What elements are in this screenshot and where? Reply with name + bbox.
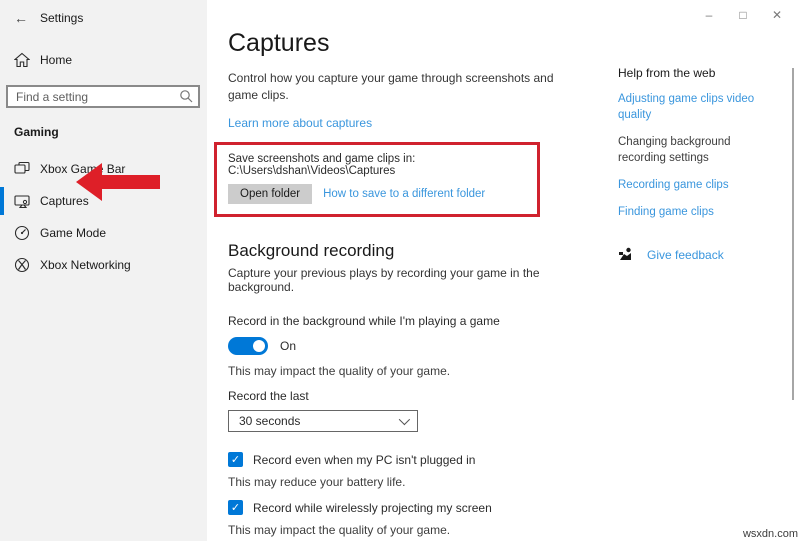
checkbox-label: Record while wirelessly projecting my sc… <box>253 500 492 515</box>
checkbox-label: Record even when my PC isn't plugged in <box>253 452 476 467</box>
window-controls: – □ ✕ <box>692 4 794 26</box>
record-last-value: 30 seconds <box>239 414 301 428</box>
close-button[interactable]: ✕ <box>760 4 794 26</box>
game-bar-icon <box>14 161 30 177</box>
battery-note: This may reduce your battery life. <box>228 475 406 489</box>
background-recording-title: Background recording <box>228 241 395 260</box>
app-title: Settings <box>40 11 84 25</box>
settings-window: ← Settings Home Gaming Xbox Game Bar <box>0 0 800 541</box>
sidebar-item-home[interactable]: Home <box>0 48 207 72</box>
xbox-networking-icon <box>14 257 30 273</box>
record-last-label: Record the last <box>228 389 309 403</box>
watermark: wsxdn.com <box>742 528 798 540</box>
chevron-down-icon <box>398 413 411 426</box>
help-title: Help from the web <box>618 66 716 80</box>
record-background-label: Record in the background while I'm playi… <box>228 314 500 328</box>
toggle-knob <box>253 340 265 352</box>
feedback-icon <box>618 247 633 262</box>
record-last-select[interactable]: 30 seconds <box>228 410 418 432</box>
minimize-button[interactable]: – <box>692 4 726 26</box>
different-folder-link[interactable]: How to save to a different folder <box>323 188 485 200</box>
annotation-arrow <box>76 163 160 201</box>
maximize-button[interactable]: □ <box>726 4 760 26</box>
save-location-text: Save screenshots and game clips in: C:\U… <box>228 153 416 177</box>
main-content: Captures Control how you capture your ga… <box>214 0 576 541</box>
learn-more-link[interactable]: Learn more about captures <box>228 116 372 130</box>
sidebar-item-label: Game Mode <box>40 226 107 240</box>
toggle-note: This may impact the quality of your game… <box>228 364 451 378</box>
annotation-box: Save screenshots and game clips in: C:\U… <box>214 142 540 217</box>
sidebar-item-xbox-networking[interactable]: Xbox Networking <box>0 249 207 281</box>
search-icon[interactable] <box>179 89 193 103</box>
toggle-row: On <box>228 337 576 355</box>
help-column: Help from the web Adjusting game clips v… <box>618 66 780 262</box>
help-link-finding-clips[interactable]: Finding game clips <box>618 204 780 220</box>
help-link-video-quality[interactable]: Adjusting game clips video quality <box>618 91 780 123</box>
wireless-projecting-checkbox[interactable]: ✓ <box>228 500 243 515</box>
checkbox-row-projecting: ✓ Record while wirelessly projecting my … <box>228 500 576 515</box>
search-input[interactable] <box>6 85 200 108</box>
sidebar-home-label: Home <box>40 53 73 67</box>
back-icon[interactable]: ← <box>14 10 40 26</box>
home-icon <box>14 52 30 68</box>
help-text-background-settings: Changing background recording settings <box>618 136 731 164</box>
feedback-row: Give feedback <box>618 247 780 262</box>
sidebar: ← Settings Home Gaming Xbox Game Bar <box>0 0 207 541</box>
background-recording-subtitle: Capture your previous plays by recording… <box>228 266 540 294</box>
sidebar-section-gaming: Gaming <box>14 125 59 139</box>
sidebar-item-game-mode[interactable]: Game Mode <box>0 217 207 249</box>
titlebar: ← Settings <box>0 0 207 26</box>
open-folder-button[interactable]: Open folder <box>228 184 313 204</box>
give-feedback-link[interactable]: Give feedback <box>647 248 724 262</box>
pc-not-plugged-checkbox[interactable]: ✓ <box>228 452 243 467</box>
captures-icon <box>14 193 30 209</box>
sidebar-item-label: Xbox Networking <box>40 258 131 272</box>
folder-row: Open folder How to save to a different f… <box>228 184 537 204</box>
background-recording-toggle[interactable] <box>228 337 268 355</box>
search-box <box>6 85 200 108</box>
scrollbar-thumb[interactable] <box>792 68 794 400</box>
page-title: Captures <box>228 29 330 57</box>
checkbox-row-plugged: ✓ Record even when my PC isn't plugged i… <box>228 452 576 467</box>
toggle-state-label: On <box>280 339 297 353</box>
game-mode-icon <box>14 225 30 241</box>
quality-note: This may impact the quality of your game… <box>228 523 451 537</box>
page-intro: Control how you capture your game throug… <box>228 71 554 102</box>
help-link-recording-clips[interactable]: Recording game clips <box>618 177 780 193</box>
